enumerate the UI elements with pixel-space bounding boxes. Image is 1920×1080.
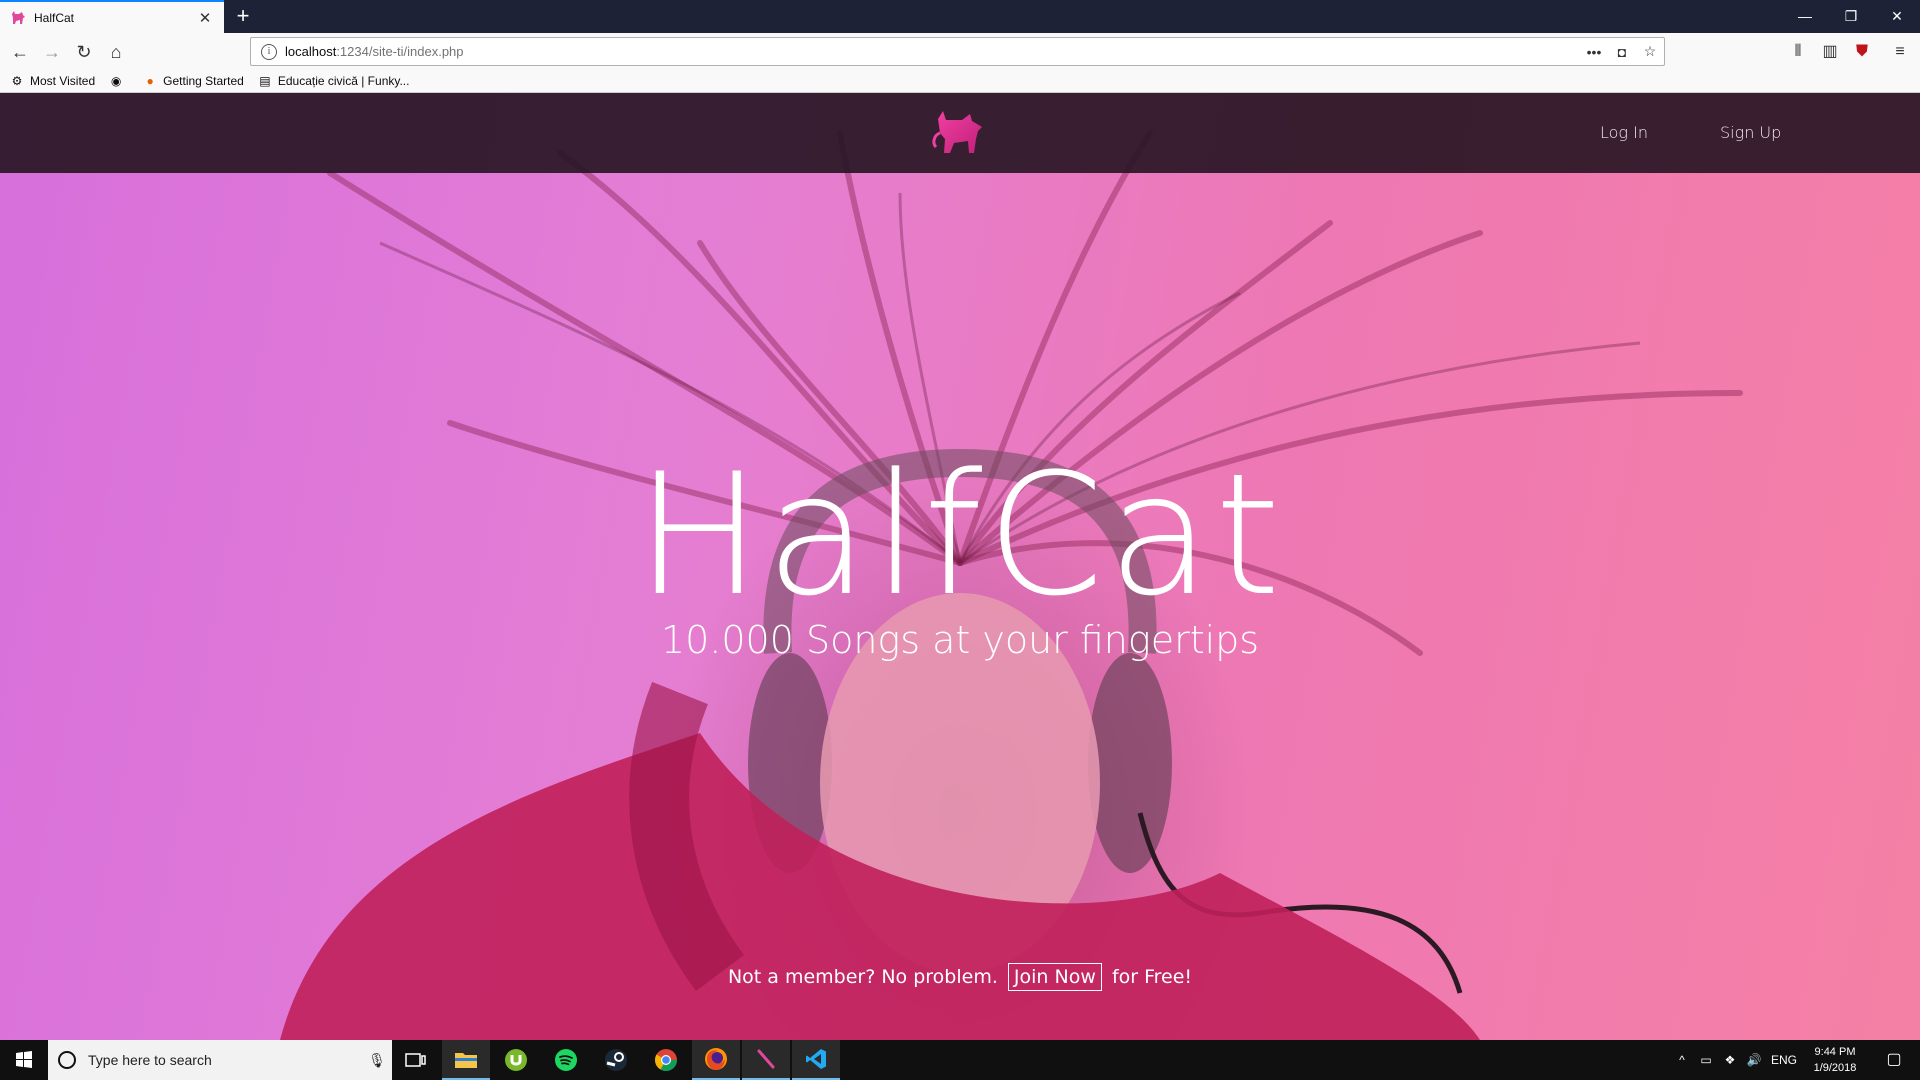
site-header: Log In Sign Up [0,93,1920,173]
close-window-icon[interactable]: ✕ [1874,0,1920,33]
join-now-button[interactable]: Join Now [1007,963,1102,991]
cortana-icon [58,1051,76,1069]
firefox-taskbar-icon[interactable] [692,1040,740,1080]
site-info-icon[interactable]: i [261,43,277,60]
tab-title: HalfCat [34,10,75,25]
dropbox-icon[interactable]: ❖ [1718,1040,1742,1080]
login-link[interactable]: Log In [1600,93,1648,173]
new-tab-button[interactable]: + [230,3,256,29]
windows-taskbar: Type here to search 🎙 ^ ▭ ❖ 🔊 ENG 9:44 P… [0,1040,1920,1080]
firefox-icon: ● [146,74,154,88]
microphone-icon[interactable]: 🎙 [362,1052,392,1069]
bookmark-most-visited[interactable]: ⚙ Most Visited [10,74,96,88]
spotify-icon[interactable] [542,1040,590,1080]
vscode-icon[interactable] [792,1040,840,1080]
menu-icon[interactable]: ≡ [1886,38,1914,66]
clock-time: 9:44 PM [1814,1046,1856,1058]
pen-app-icon[interactable] [742,1040,790,1080]
join-call-to-action: Not a member? No problem. Join Now for F… [560,963,1360,991]
halfcat-page: Log In Sign Up HalfCat 10.000 Songs at y… [0,93,1920,1040]
ublock-icon[interactable]: ⛊ [1848,38,1876,66]
chrome-icon[interactable] [642,1040,690,1080]
hero-subtitle: 10.000 Songs at your fingertips [660,618,1260,662]
browser-navbar: ← → ↻ ⌂ i localhost:1234/site-ti/index.p… [0,33,1920,70]
show-hidden-icons-icon[interactable]: ^ [1670,1040,1694,1080]
taskbar-clock[interactable]: 9:44 PM 1/9/2018 [1805,1044,1865,1076]
cta-text-before: Not a member? No problem. [727,966,998,988]
windows-start-icon[interactable] [0,1040,48,1080]
network-icon[interactable]: ▭ [1694,1040,1718,1080]
page-icon: ▤ [259,74,271,88]
taskbar-search[interactable]: Type here to search 🎙 [48,1040,392,1080]
action-center-icon[interactable]: ▢ [1874,1040,1914,1080]
gear-icon: ⚙ [11,74,23,88]
url-bar[interactable]: i localhost:1234/site-ti/index.php ••• ◘… [250,37,1665,66]
bookmark-educatie-civica[interactable]: ▤ Educație civică | Funky... [258,74,409,88]
home-icon[interactable]: ⌂ [102,38,130,66]
clock-date: 1/9/2018 [1813,1062,1857,1074]
globe-icon: ◉ [110,74,122,88]
browser-titlebar: HalfCat ✕ + — ❐ ✕ [0,0,1920,33]
hero-title: HalfCat [635,437,1285,633]
bookmarks-toolbar: ⚙ Most Visited ◉ ● Getting Started ▤ Edu… [0,70,1920,93]
cta-text-after: for Free! [1111,966,1193,988]
bookmark-star-icon[interactable]: ☆ [1636,43,1664,60]
url-text[interactable]: localhost:1234/site-ti/index.php [285,44,1580,59]
sidebar-icon[interactable]: ▥ [1816,38,1844,66]
tab-close-icon[interactable]: ✕ [196,9,214,27]
language-indicator[interactable]: ENG [1768,1040,1800,1080]
back-icon[interactable]: ← [6,38,34,66]
halfcat-favicon-icon [12,10,25,24]
steam-icon[interactable] [592,1040,640,1080]
browser-tab[interactable]: HalfCat ✕ [0,0,224,33]
volume-icon[interactable]: 🔊 [1742,1040,1766,1080]
file-explorer-icon[interactable] [442,1040,490,1080]
forward-icon[interactable]: → [38,38,66,66]
search-placeholder: Type here to search [88,1052,212,1068]
restore-icon[interactable]: ❐ [1828,0,1874,33]
bookmark-getting-started[interactable]: ● Getting Started [143,74,244,88]
utorrent-icon[interactable] [492,1040,540,1080]
task-view-icon[interactable] [392,1040,440,1080]
pocket-icon[interactable]: ◘ [1608,44,1636,60]
library-icon[interactable]: ⫴ [1784,38,1812,66]
reload-icon[interactable]: ↻ [70,38,98,66]
page-actions-icon[interactable]: ••• [1580,44,1608,60]
halfcat-logo-icon[interactable] [932,109,988,159]
signup-link[interactable]: Sign Up [1720,93,1781,173]
bookmark-globe[interactable]: ◉ [109,74,129,88]
minimize-icon[interactable]: — [1782,0,1828,33]
